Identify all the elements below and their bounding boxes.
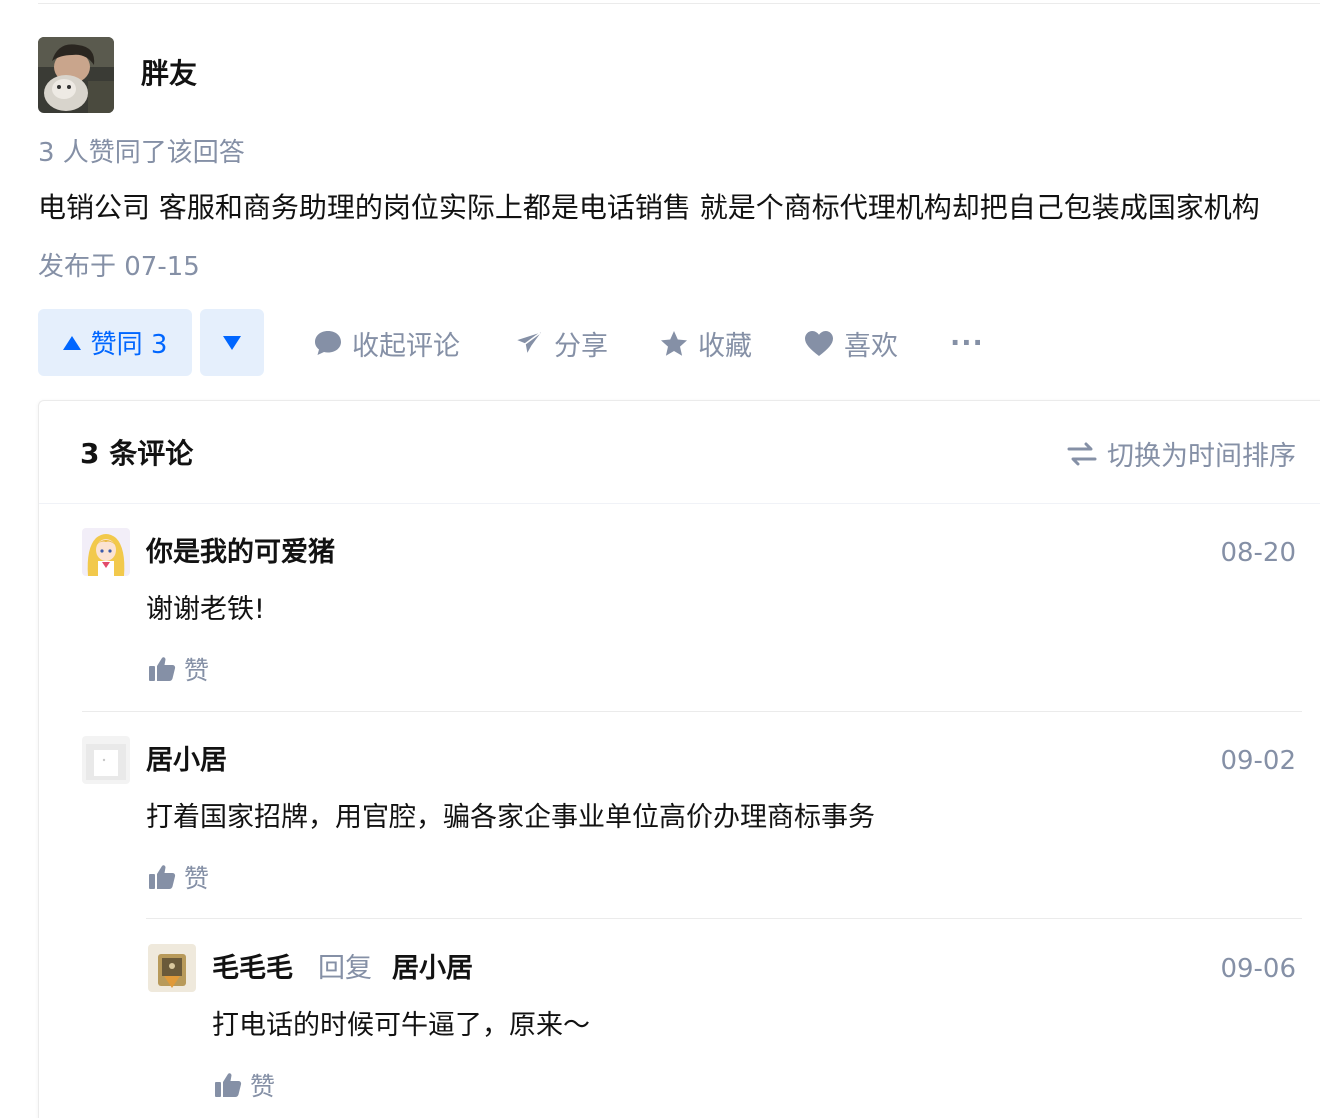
comment-divider [146,918,1302,919]
star-icon [661,330,687,356]
commenter-name[interactable]: 毛毛毛 [212,951,293,987]
comment-text: 打电话的时候可牛逼了，原来～ [212,1010,590,1041]
triangle-up-icon [62,335,81,350]
more-icon: ··· [950,327,984,359]
commenter-name[interactable]: 居小居 [146,743,227,779]
reply-to-name[interactable]: 居小居 [392,951,473,987]
heart-icon [805,330,833,356]
publish-date[interactable]: 发布于 07-15 [38,250,200,284]
thumbs-up-icon [149,865,176,889]
comment-like-label: 赞 [250,1072,276,1101]
upvote-summary: 3 人赞同了该回答 [38,138,245,168]
comment-like-button[interactable]: 赞 [148,651,209,687]
favorite-button[interactable]: 收藏 [660,322,752,364]
sort-toggle-label: 切换为时间排序 [1107,441,1296,472]
comment-time: 08-20 [1220,538,1296,568]
favorite-label: 收藏 [698,330,752,362]
collapse-comments-button[interactable]: 收起评论 [314,322,460,364]
comment-text: 谢谢老铁! [146,594,265,625]
comment-like-label: 赞 [184,656,210,685]
top-divider [38,3,1320,4]
share-label: 分享 [554,330,608,362]
commenter-avatar[interactable] [148,944,196,992]
vote-down-button[interactable] [200,309,264,376]
comment-time: 09-02 [1220,746,1296,776]
comment-bubble-icon [315,331,341,355]
comments-panel: 3 条评论 切换为时间排序 你是我的可爱猪 08-20 谢谢老铁! 赞 居小居 … [38,400,1320,1118]
comment-text: 打着国家招牌，用官腔，骗各家企事业单位高价办理商标事务 [146,802,875,833]
comment-like-label: 赞 [184,864,210,893]
vote-up-label: 赞同 3 [90,330,168,360]
reply-word: 回复 [318,953,372,984]
collapse-comments-label: 收起评论 [352,330,460,362]
comment-like-button[interactable]: 赞 [214,1067,275,1103]
sort-toggle-button[interactable]: 切换为时间排序 [1067,434,1296,473]
share-button[interactable]: 分享 [514,322,608,364]
swap-arrows-icon [1067,442,1097,465]
vote-up-button[interactable]: 赞同 3 [38,309,192,376]
like-button[interactable]: 喜欢 [804,322,898,364]
comment-divider [82,711,1302,712]
comment-like-button[interactable]: 赞 [148,859,209,895]
answer-content: 电销公司 客服和商务助理的岗位实际上都是电话销售 就是个商标代理机构却把自己包装… [38,191,1260,224]
thumbs-up-icon [149,657,176,681]
commenter-name[interactable]: 你是我的可爱猪 [146,535,335,571]
commenter-avatar[interactable] [82,736,130,784]
author-avatar[interactable] [38,37,114,113]
comments-header: 3 条评论 切换为时间排序 [39,401,1320,504]
more-button[interactable]: ··· [950,322,984,364]
triangle-down-icon [223,335,241,350]
author-name[interactable]: 胖友 [141,55,197,93]
thumbs-up-icon [215,1073,242,1097]
commenter-avatar[interactable] [82,528,130,576]
like-label: 喜欢 [844,330,898,362]
paper-plane-icon [514,330,544,356]
comment-count: 3 条评论 [80,437,194,470]
comment-time: 09-06 [1220,954,1296,984]
